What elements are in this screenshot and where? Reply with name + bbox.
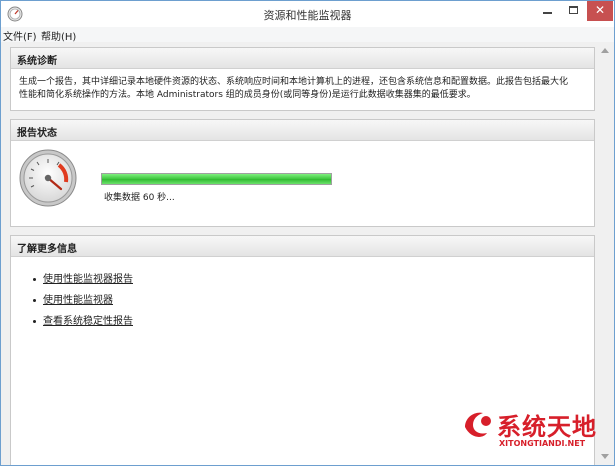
watermark-url: XITONGTIANDI.NET [499, 439, 586, 448]
menu-file[interactable]: 文件(F) [3, 28, 37, 43]
window-title: 资源和性能监视器 [263, 9, 352, 22]
minimize-icon [543, 12, 552, 14]
bullet-icon [33, 319, 36, 323]
diagnostics-section: 系统诊断 生成一个报告，其中详细记录本地硬件资源的状态、系统响应时间和本地计算机… [10, 47, 595, 111]
link-perf-monitor-report[interactable]: 使用性能监视器报告 [43, 274, 133, 285]
content-area: 系统诊断 生成一个报告，其中详细记录本地硬件资源的状态、系统响应时间和本地计算机… [1, 42, 614, 465]
close-button[interactable]: ✕ [587, 1, 613, 21]
report-status-section: 报告状态 收集数据 60 秒... [10, 119, 595, 227]
report-status-header[interactable]: 报告状态 [11, 120, 594, 141]
list-item: 使用性能监视器报告 [33, 270, 594, 291]
maximize-button[interactable] [561, 1, 587, 21]
menu-help[interactable]: 帮助(H) [41, 28, 76, 43]
watermark: 系统天地 XITONGTIANDI.NET [459, 405, 613, 455]
progress-bar [101, 173, 332, 185]
link-perf-monitor[interactable]: 使用性能监视器 [43, 295, 113, 306]
link-reliability-report[interactable]: 查看系统稳定性报告 [43, 316, 133, 327]
menu-bar: 文件(F) 帮助(H) [1, 27, 614, 43]
list-item: 使用性能监视器 [33, 291, 594, 312]
description-line-1: 生成一个报告，其中详细记录本地硬件资源的状态、系统响应时间和本地计算机上的进程，… [19, 77, 569, 87]
performance-gauge-icon [19, 149, 77, 207]
more-info-header[interactable]: 了解更多信息 [11, 236, 594, 257]
minimize-button[interactable] [533, 1, 561, 21]
bullet-icon [33, 298, 36, 302]
watermark-logo-icon [465, 412, 491, 437]
scroll-up-icon[interactable] [601, 48, 609, 53]
vertical-scrollbar[interactable] [597, 42, 614, 465]
bullet-icon [33, 277, 36, 281]
diagnostics-header[interactable]: 系统诊断 [11, 48, 594, 69]
title-bar[interactable]: 资源和性能监视器 ✕ [1, 1, 614, 27]
diagnostics-description: 生成一个报告，其中详细记录本地硬件资源的状态、系统响应时间和本地计算机上的进程，… [11, 69, 594, 102]
app-window: 资源和性能监视器 ✕ 文件(F) 帮助(H) 系统诊断 生成一个报告，其中详细记… [0, 0, 615, 466]
links-list: 使用性能监视器报告 使用性能监视器 查看系统稳定性报告 [11, 257, 594, 333]
list-item: 查看系统稳定性报告 [33, 312, 594, 333]
watermark-text: 系统天地 [497, 413, 597, 441]
close-icon: ✕ [594, 3, 606, 17]
progress-fill [102, 174, 331, 184]
description-line-2: 性能和简化系统操作的方法。本地 Administrators 组的成员身份(或同… [19, 90, 476, 100]
status-text: 收集数据 60 秒... [104, 193, 175, 203]
maximize-icon [569, 6, 578, 14]
